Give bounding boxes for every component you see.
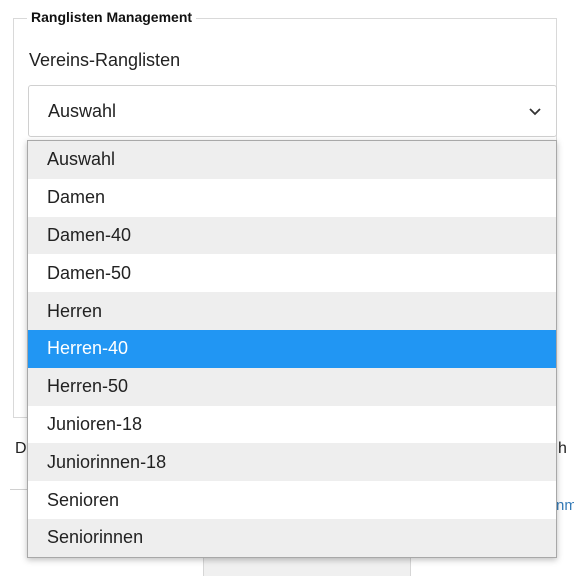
option-damen-40[interactable]: Damen-40 <box>28 216 556 255</box>
option-damen[interactable]: Damen <box>28 179 556 217</box>
select-dropdown-list[interactable]: Auswahl Damen Damen-40 Damen-50 Herren H… <box>27 140 557 558</box>
option-herren-50[interactable]: Herren-50 <box>28 367 556 406</box>
vereins-ranglisten-select[interactable]: Auswahl <box>28 85 557 137</box>
select-current-value: Auswahl <box>48 100 117 121</box>
option-junioren-18[interactable]: Junioren-18 <box>28 406 556 444</box>
option-auswahl[interactable]: Auswahl <box>28 141 556 179</box>
option-herren-40[interactable]: Herren-40 <box>28 329 556 368</box>
background-text-right: h <box>558 440 567 457</box>
option-juniorinnen-18[interactable]: Juniorinnen-18 <box>28 443 556 482</box>
chevron-down-icon <box>528 106 542 116</box>
option-damen-50[interactable]: Damen-50 <box>28 254 556 292</box>
vereins-ranglisten-label: Vereins-Ranglisten <box>29 50 181 70</box>
option-senioren[interactable]: Senioren <box>28 481 556 519</box>
option-seniorinnen[interactable]: Seniorinnen <box>28 518 556 557</box>
option-herren[interactable]: Herren <box>28 292 556 330</box>
background-link[interactable]: nm <box>556 497 574 514</box>
fieldset-legend: Ranglisten Management <box>27 9 197 25</box>
background-text-left: D <box>15 440 27 457</box>
